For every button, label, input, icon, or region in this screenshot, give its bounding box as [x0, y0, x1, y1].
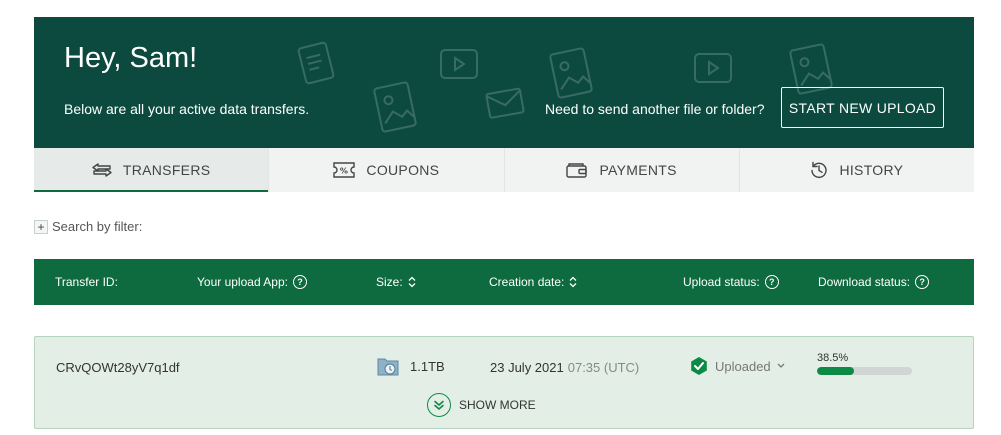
tab-history[interactable]: HISTORY — [739, 148, 974, 192]
column-label: Creation date: — [489, 275, 565, 289]
greeting-title: Hey, Sam! — [64, 42, 198, 74]
welcome-banner: Hey, Sam! Below are all your active data… — [34, 17, 974, 148]
column-label: Transfer ID: — [55, 275, 118, 289]
column-download-status: Download status: ? — [818, 259, 930, 305]
wallet-icon — [566, 163, 588, 178]
tab-label: TRANSFERS — [122, 162, 211, 178]
date-value: 23 July 2021 — [490, 359, 564, 375]
tab-coupons[interactable]: % COUPONS — [269, 148, 505, 192]
table-row[interactable]: CRvQOWt28yV7q1df 1.1TB 23 July 2021 07:3… — [34, 336, 974, 429]
download-status: 38.5% — [817, 352, 912, 375]
help-icon[interactable]: ? — [764, 275, 779, 289]
tab-label: PAYMENTS — [599, 162, 677, 178]
filter-label: Search by filter: — [52, 219, 143, 234]
image-file-icon — [373, 81, 417, 133]
banner-subtitle: Below are all your active data transfers… — [64, 101, 310, 117]
column-label: Size: — [376, 275, 403, 289]
sort-icon[interactable] — [408, 276, 416, 288]
column-upload-status: Upload status: ? — [683, 259, 779, 305]
folder-icon — [377, 358, 399, 376]
upload-prompt: Need to send another file or folder? — [545, 101, 765, 117]
help-icon[interactable]: ? — [292, 275, 307, 289]
svg-text:%: % — [340, 167, 348, 176]
image-file-icon — [549, 47, 593, 99]
column-size[interactable]: Size: — [376, 259, 416, 305]
start-new-upload-button[interactable]: START NEW UPLOAD — [781, 87, 944, 128]
transfer-id: CRvQOWt28yV7q1df — [56, 359, 180, 375]
coupon-icon: % — [333, 162, 356, 178]
show-more-button[interactable]: SHOW MORE — [427, 393, 536, 417]
download-progress-bar — [817, 367, 912, 375]
upload-status-label: Uploaded — [715, 358, 771, 374]
history-icon — [811, 161, 828, 179]
column-label: Download status: — [818, 275, 911, 289]
tab-label: COUPONS — [366, 162, 440, 178]
video-icon — [694, 53, 732, 83]
double-chevron-down-icon — [427, 393, 451, 417]
upload-status[interactable]: Uploaded — [689, 355, 785, 377]
video-icon — [440, 49, 478, 79]
tab-transfers[interactable]: TRANSFERS — [34, 148, 270, 192]
plus-icon[interactable]: + — [34, 219, 48, 234]
file-size: 1.1TB — [410, 358, 445, 374]
time-value: 07:35 (UTC) — [567, 359, 640, 375]
chevron-down-icon — [777, 363, 785, 368]
download-progress-fill — [817, 367, 854, 375]
size-cell: 1.1TB — [376, 353, 445, 379]
column-upload-app: Your upload App: ? — [197, 259, 307, 305]
mail-icon — [485, 87, 525, 119]
column-label: Upload status: — [683, 275, 760, 289]
transfer-arrows-icon — [92, 163, 112, 177]
tab-payments[interactable]: PAYMENTS — [504, 148, 740, 192]
download-progress-label: 38.5% — [817, 352, 849, 364]
document-icon — [297, 41, 335, 85]
sort-icon[interactable] — [569, 276, 577, 288]
table-header: Transfer ID: Your upload App: ? Size: Cr… — [34, 259, 974, 305]
section-tabs: TRANSFERS % COUPONS PAYMENTS HISTORY — [34, 148, 974, 192]
show-more-label: SHOW MORE — [459, 398, 536, 412]
help-icon[interactable]: ? — [915, 275, 930, 289]
creation-date: 23 July 2021 07:35 (UTC) — [490, 357, 639, 377]
column-label: Your upload App: — [197, 275, 288, 289]
tab-label: HISTORY — [839, 162, 904, 178]
column-transfer-id: Transfer ID: — [55, 259, 118, 305]
search-filter[interactable]: + Search by filter: — [34, 219, 142, 234]
check-badge-icon — [691, 357, 707, 375]
column-creation-date[interactable]: Creation date: — [489, 259, 577, 305]
